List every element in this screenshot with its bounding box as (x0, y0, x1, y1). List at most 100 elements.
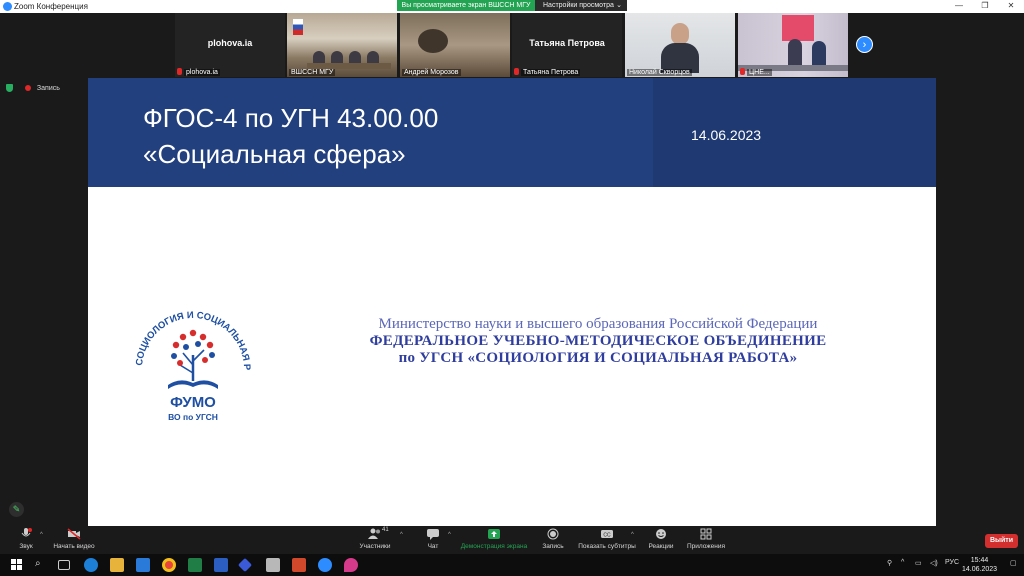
people-icon[interactable]: ⚲ (887, 559, 892, 567)
slide-date: 14.06.2023 (691, 127, 762, 143)
participant-tile[interactable]: Татьяна Петрова Татьяна Петрова (512, 13, 622, 77)
participant-tile[interactable]: Николай Скворцов (625, 13, 735, 77)
ministry-line: ФЕДЕРАЛЬНОЕ УЧЕБНО-МЕТОДИЧЕСКОЕ ОБЪЕДИНЕ… (369, 333, 827, 349)
slide-title-line2: «Социальная сфера» (143, 139, 406, 169)
title-bar: Zoom Конференция Вы просматриваете экран… (0, 0, 1024, 13)
view-options-label: Настройки просмотра (543, 2, 614, 9)
zoom-app-icon (3, 2, 12, 11)
ministry-line: Министерство науки и высшего образования… (378, 316, 818, 332)
mic-muted-icon (740, 68, 745, 75)
app-drop-icon[interactable] (344, 558, 358, 572)
captions-button[interactable]: CC Показать субтитры (577, 528, 637, 550)
participants-icon (368, 528, 380, 539)
participant-name: Андрей Морозов (402, 69, 461, 76)
clock-time: 15:44 (970, 557, 989, 564)
logo-sub-text: ВО по УГСН (168, 412, 218, 422)
participant-tile[interactable]: ЦНЕ... (738, 13, 848, 77)
chevron-up-icon[interactable]: ^ (40, 532, 43, 538)
participant-strip: plohova.ia plohova.ia ВШССН МГУ Андрей М… (0, 13, 1024, 78)
start-video-label: Начать видео (53, 543, 95, 550)
next-page-button[interactable]: › (856, 36, 873, 53)
chevron-up-icon[interactable]: ^ (448, 532, 451, 538)
share-screen-icon (488, 529, 500, 539)
tree-icon (168, 329, 218, 389)
record-icon (547, 528, 559, 540)
start-video-button[interactable]: Начать видео (52, 528, 96, 550)
logo-main-text: ФУМО (170, 394, 216, 411)
participant-tile[interactable]: ВШССН МГУ (287, 13, 397, 77)
security-shield-icon (6, 84, 13, 92)
captions-label: Показать субтитры (578, 543, 636, 550)
volume-icon[interactable]: ◁) (930, 559, 938, 567)
language-indicator[interactable]: РУС (945, 559, 959, 566)
reactions-label: Реакции (648, 543, 674, 550)
task-view-icon[interactable] (58, 560, 70, 570)
participant-big-name: Татьяна Петрова (529, 38, 605, 48)
mic-muted-icon (514, 68, 519, 75)
chrome-icon[interactable] (162, 558, 176, 572)
participant-name: Татьяна Петрова (521, 69, 581, 76)
share-screen-button[interactable]: Демонстрация экрана (460, 528, 528, 550)
video-off-icon (67, 528, 81, 540)
recording-indicator[interactable]: Запись (6, 84, 60, 92)
ministry-line: по УГСН «СОЦИОЛОГИЯ И СОЦИАЛЬНАЯ РАБОТА» (398, 350, 798, 366)
apps-label: Приложения (686, 543, 726, 550)
chevron-down-icon: ⌄ (616, 2, 622, 9)
apps-icon (700, 528, 712, 540)
participant-big-name: plohova.ia (207, 38, 253, 48)
fumo-logo: СОЦИОЛОГИЯ И СОЦИАЛЬНАЯ РАБОТА ФУМО ВО п… (128, 303, 252, 422)
chat-icon (427, 529, 439, 540)
windows-start-icon[interactable] (11, 559, 22, 570)
record-button[interactable]: Запись (541, 528, 565, 550)
share-screen-label: Демонстрация экрана (460, 543, 528, 550)
slide-title: ФГОС-4 по УГН 43.00.00 «Социальная сфера… (143, 100, 438, 172)
restore-icon[interactable]: ❐ (972, 0, 998, 13)
audio-button[interactable]: Звук (14, 528, 38, 550)
participant-name: ВШССН МГУ (289, 69, 336, 76)
mic-muted-icon (177, 68, 182, 75)
view-options-button[interactable]: Настройки просмотра ⌄ (535, 0, 627, 11)
excel-icon[interactable] (188, 558, 202, 572)
chat-button[interactable]: Чат (424, 528, 442, 550)
minimize-icon[interactable]: — (946, 0, 972, 13)
close-icon[interactable]: ✕ (998, 0, 1024, 13)
chevron-up-icon[interactable]: ^ (901, 559, 904, 566)
search-icon[interactable]: ⌕ (35, 558, 41, 569)
edge-browser-icon[interactable] (84, 558, 98, 572)
window-title: Zoom Конференция (14, 2, 88, 11)
notifications-icon[interactable]: ▢ (1010, 559, 1017, 567)
poster-shape (782, 15, 814, 41)
ministry-text-block: Министерство науки и высшего образования… (278, 316, 918, 367)
flag-image (293, 19, 303, 35)
participant-name: ЦНЕ... (747, 69, 772, 76)
slide-title-line1: ФГОС-4 по УГН 43.00.00 (143, 103, 439, 133)
clock[interactable]: 15:44 14.06.2023 (962, 556, 997, 574)
reactions-icon (656, 529, 666, 539)
reactions-button[interactable]: Реакции (647, 528, 675, 550)
apps-button[interactable]: Приложения (685, 528, 727, 550)
word-icon[interactable] (214, 558, 228, 572)
participant-name: plohova.ia (184, 69, 220, 76)
record-label: Запись (542, 543, 564, 550)
app-star-icon[interactable] (237, 557, 253, 573)
meeting-toolbar: Звук ^ Начать видео Участники 41 ^ Чат ^… (0, 526, 1024, 554)
recording-label: Запись (36, 84, 60, 92)
shared-screen: ФГОС-4 по УГН 43.00.00 «Социальная сфера… (88, 78, 936, 526)
network-icon[interactable]: ▭ (915, 559, 922, 567)
app-icon[interactable] (266, 558, 280, 572)
participant-tile[interactable]: plohova.ia plohova.ia (175, 13, 285, 77)
svg-text:CC: CC (603, 532, 611, 538)
chat-label: Чат (427, 543, 439, 550)
mail-icon[interactable] (136, 558, 150, 572)
record-dot-icon (24, 85, 31, 91)
chevron-up-icon[interactable]: ^ (400, 532, 403, 538)
zoom-taskbar-icon[interactable] (318, 558, 332, 572)
participant-name: Николай Скворцов (627, 69, 692, 76)
leave-button[interactable]: Выйти (985, 534, 1018, 548)
participant-tile[interactable]: Андрей Морозов (400, 13, 510, 77)
powerpoint-icon[interactable] (292, 558, 306, 572)
annotate-pencil-icon[interactable]: ✎ (9, 502, 24, 517)
microphone-icon (21, 528, 32, 537)
file-explorer-icon[interactable] (110, 558, 124, 572)
chevron-up-icon[interactable]: ^ (631, 532, 634, 538)
